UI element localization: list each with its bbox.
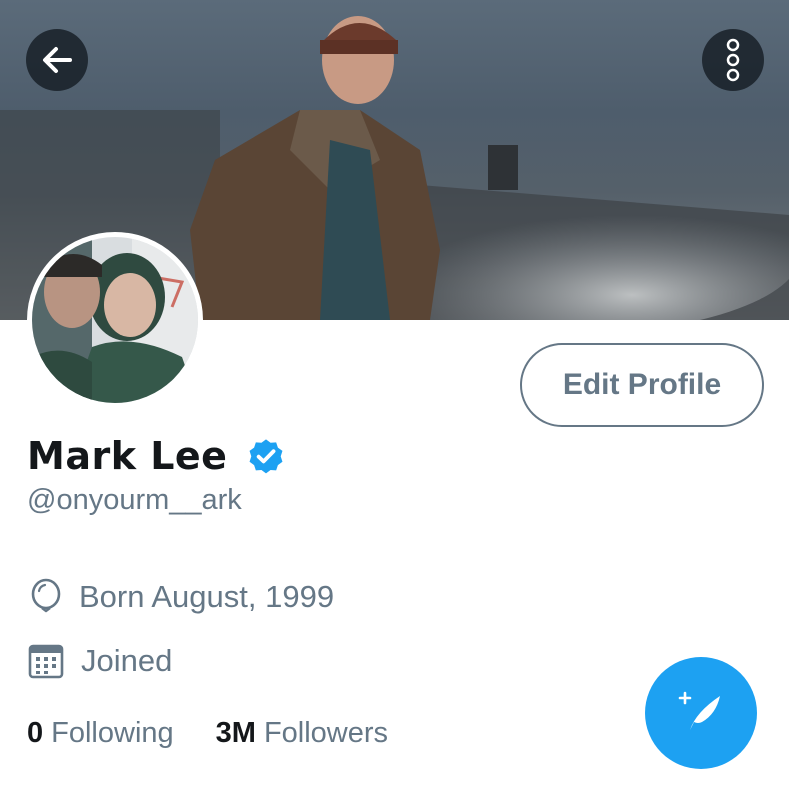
edit-profile-label: Edit Profile <box>562 368 722 401</box>
joined-row: Joined <box>27 640 172 682</box>
birthday-row: Born August, 1999 <box>27 576 334 618</box>
followers-count: 3M <box>215 716 256 749</box>
following-label: Following <box>51 716 174 749</box>
verified-badge-icon <box>250 439 283 474</box>
edit-profile-button[interactable]: Edit Profile <box>520 343 764 427</box>
compose-tweet-button[interactable] <box>645 657 757 769</box>
balloon-icon <box>31 578 61 613</box>
following-stat[interactable]: 0 Following <box>27 717 174 750</box>
birthday-text: Born August, 1999 <box>79 579 335 614</box>
calendar-icon <box>28 644 64 679</box>
joined-text: Joined <box>81 643 173 678</box>
followers-stat[interactable]: 3M Followers <box>216 717 388 750</box>
avatar[interactable] <box>27 232 203 408</box>
more-vertical-icon <box>726 38 740 82</box>
arrow-left-icon <box>43 47 72 73</box>
back-button[interactable] <box>26 29 88 91</box>
compose-tweet-icon <box>678 691 720 730</box>
following-count: 0 <box>27 716 44 749</box>
follow-stats: 0 Following 3M Followers <box>27 712 388 754</box>
profile-name-row: Mark Lee <box>27 428 287 484</box>
more-options-button[interactable] <box>702 29 764 91</box>
profile-handle: @onyourm__ark <box>27 484 242 516</box>
profile-name: Mark Lee <box>27 434 228 478</box>
followers-label: Followers <box>263 716 389 749</box>
avatar-image <box>32 237 198 403</box>
